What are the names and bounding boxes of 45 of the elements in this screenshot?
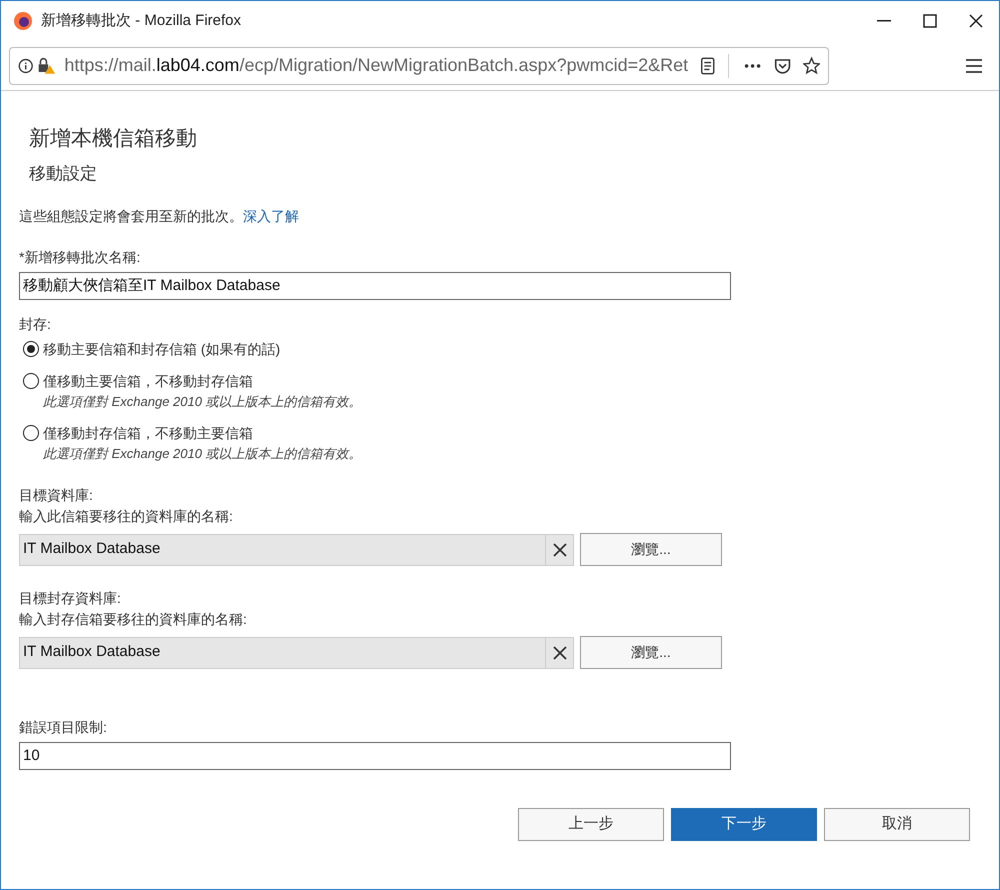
- option-label: 僅移動主要信箱，不移動封存信箱: [43, 372, 254, 391]
- dialog-button[interactable]: 上一步: [518, 808, 664, 841]
- bookmark-star-icon[interactable]: [802, 56, 820, 76]
- url-text[interactable]: https://mail.lab04.com/ecp/Migration/NewMigrationBatch.aspx?pwmcid=2&Ret: [64, 52, 688, 79]
- next-button[interactable]: 下一步: [671, 808, 817, 841]
- x-icon: [552, 542, 566, 556]
- x-icon: [552, 646, 566, 660]
- option-note: 此選項僅對 Exchange 2010 或以上版本上的信箱有效。: [43, 444, 362, 463]
- batch-name-field[interactable]: 移動顧大俠信箱至IT Mailbox Database: [19, 272, 731, 300]
- error-limit-field[interactable]: 10: [19, 742, 731, 770]
- dialog-button[interactable]: 取消: [824, 808, 970, 841]
- option-label: 僅移動封存信箱，不移動主要信箱: [43, 424, 254, 442]
- maximize-icon[interactable]: [923, 14, 937, 28]
- more-icon[interactable]: [744, 62, 762, 68]
- address-bar[interactable]: https://mail.lab04.com/ecp/Migration/NewMigrationBatch.aspx?pwmcid=2&Ret: [9, 46, 829, 84]
- field-label: 目標資料庫:: [19, 486, 94, 505]
- intro-text: 這些組態設定將會套用至新的批次。: [19, 207, 243, 226]
- field-label: *新增移轉批次名稱:: [19, 248, 142, 267]
- field-hint: 輸入此信箱要移往的資料庫的名稱:: [19, 507, 234, 526]
- radio-button[interactable]: [23, 341, 39, 357]
- close-icon[interactable]: [969, 14, 983, 28]
- field-label: 目標封存資料庫:: [19, 589, 122, 608]
- database-field[interactable]: IT Mailbox Database: [19, 534, 546, 566]
- page-title: 新增本機信箱移動: [29, 126, 198, 152]
- field-label: 錯誤項目限制:: [19, 718, 108, 737]
- radio-button[interactable]: [23, 424, 39, 440]
- field-label: 封存:: [19, 315, 52, 334]
- field-hint: 輸入封存信箱要移往的資料庫的名稱:: [19, 610, 248, 629]
- learn-more-link[interactable]: 深入了解: [243, 206, 299, 227]
- window-title: 新增移轉批次 - Mozilla Firefox: [41, 10, 242, 31]
- menu-icon[interactable]: [965, 58, 983, 74]
- page-subtitle: 移動設定: [29, 162, 98, 184]
- database-field[interactable]: IT Mailbox Database: [19, 636, 546, 668]
- clear-button[interactable]: [546, 534, 574, 566]
- minimize-icon[interactable]: [877, 20, 891, 22]
- browser-logo-icon: [13, 11, 33, 31]
- browse-button[interactable]: 瀏覽...: [580, 533, 722, 566]
- lock-warning-icon[interactable]: [37, 56, 56, 76]
- browse-button[interactable]: 瀏覽...: [580, 636, 722, 669]
- radio-button[interactable]: [23, 373, 39, 389]
- reader-view-icon[interactable]: [700, 56, 716, 76]
- option-note: 此選項僅對 Exchange 2010 或以上版本上的信箱有效。: [43, 393, 362, 411]
- option-label: 移動主要信箱和封存信箱 (如果有的話): [43, 340, 280, 359]
- clear-button[interactable]: [546, 636, 574, 668]
- info-icon[interactable]: [18, 56, 34, 74]
